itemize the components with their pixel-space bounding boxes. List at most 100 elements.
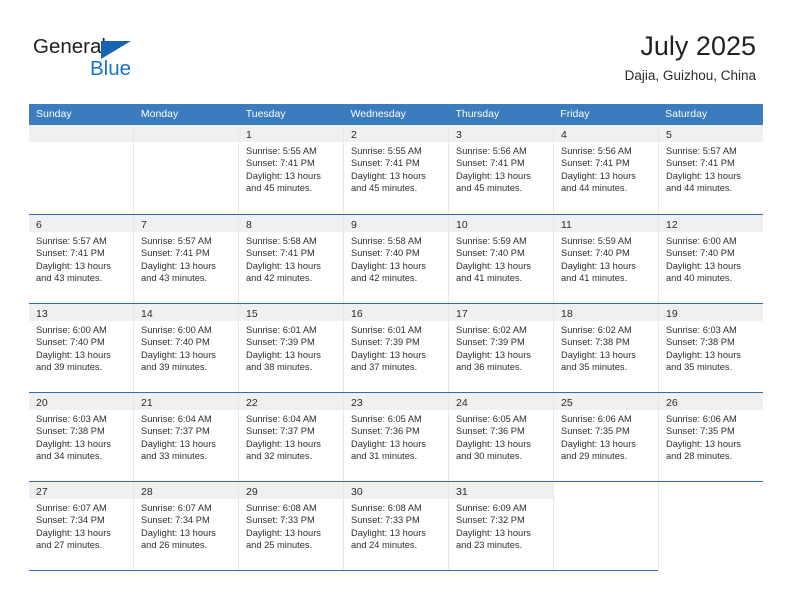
date-band: 11	[554, 215, 658, 232]
date-band: 7	[134, 215, 238, 232]
day-cell[interactable]: 21 Sunrise: 6:04 AM Sunset: 7:37 PM Dayligh…	[134, 393, 239, 481]
date-band: 20	[29, 393, 133, 410]
sunrise-text: Sunrise: 6:08 AM	[246, 503, 317, 513]
day-cell[interactable]: 17 Sunrise: 6:02 AM Sunset: 7:39 PM Dayligh…	[449, 304, 554, 392]
day-cell[interactable]: 14 Sunrise: 6:00 AM Sunset: 7:40 PM Dayligh…	[134, 304, 239, 392]
day-cell[interactable]: 1 Sunrise: 5:55 AM Sunset: 7:41 PM Daylight…	[239, 125, 344, 214]
date-number: 15	[246, 308, 258, 320]
day-cell[interactable]: 4 Sunrise: 5:56 AM Sunset: 7:41 PM Daylight…	[554, 125, 659, 214]
sunrise-text: Sunrise: 6:01 AM	[246, 325, 317, 335]
daylight-text-line1: Daylight: 13 hours	[36, 349, 111, 360]
daylight-text-line1: Daylight: 13 hours	[561, 170, 636, 181]
day-cell[interactable]: 10 Sunrise: 5:59 AM Sunset: 7:40 PM Dayligh…	[449, 215, 554, 303]
day-cell[interactable]: 7 Sunrise: 5:57 AM Sunset: 7:41 PM Daylight…	[134, 215, 239, 303]
day-cell[interactable]: 25 Sunrise: 6:06 AM Sunset: 7:35 PM Dayligh…	[554, 393, 659, 481]
day-cell[interactable]: 2 Sunrise: 5:55 AM Sunset: 7:41 PM Daylight…	[344, 125, 449, 214]
date-band: 13	[29, 304, 133, 321]
day-cell[interactable]: 31 Sunrise: 6:09 AM Sunset: 7:32 PM Dayligh…	[449, 482, 554, 570]
week-row: 27 Sunrise: 6:07 AM Sunset: 7:34 PM Dayligh…	[29, 481, 763, 570]
sunrise-text: Sunrise: 5:56 AM	[561, 146, 632, 156]
day-cell[interactable]: 13 Sunrise: 6:00 AM Sunset: 7:40 PM Dayligh…	[29, 304, 134, 392]
daylight-text-line2: and 45 minutes.	[351, 183, 418, 194]
date-band: 8	[239, 215, 343, 232]
date-number: 4	[561, 129, 567, 141]
daylight-text-line2: and 23 minutes.	[456, 540, 523, 551]
sunset-text: Sunset: 7:41 PM	[666, 158, 735, 169]
date-band: 9	[344, 215, 448, 232]
day-details: Sunrise: 6:00 AM Sunset: 7:40 PM Daylight:…	[29, 321, 133, 374]
daylight-text-line1: Daylight: 13 hours	[141, 260, 216, 271]
day-cell[interactable]: 12 Sunrise: 6:00 AM Sunset: 7:40 PM Dayligh…	[659, 215, 763, 303]
daylight-text-line1: Daylight: 13 hours	[36, 260, 111, 271]
sunset-text: Sunset: 7:41 PM	[456, 158, 525, 169]
day-cell[interactable]: 11 Sunrise: 5:59 AM Sunset: 7:40 PM Dayligh…	[554, 215, 659, 303]
daylight-text-line2: and 39 minutes.	[36, 362, 103, 373]
page-subtitle: Dajia, Guizhou, China	[624, 68, 756, 83]
day-details: Sunrise: 5:58 AM Sunset: 7:40 PM Daylight:…	[344, 232, 448, 285]
day-cell[interactable]: 8 Sunrise: 5:58 AM Sunset: 7:41 PM Daylight…	[239, 215, 344, 303]
date-number: 31	[456, 486, 468, 498]
sunset-text: Sunset: 7:35 PM	[561, 426, 630, 437]
date-number: 17	[456, 308, 468, 320]
day-cell[interactable]: 5 Sunrise: 5:57 AM Sunset: 7:41 PM Daylight…	[659, 125, 763, 214]
sunrise-text: Sunrise: 6:00 AM	[36, 325, 107, 335]
day-cell[interactable]: 15 Sunrise: 6:01 AM Sunset: 7:39 PM Dayligh…	[239, 304, 344, 392]
day-cell[interactable]: 6 Sunrise: 5:57 AM Sunset: 7:41 PM Daylight…	[29, 215, 134, 303]
calendar-page: General Blue July 2025 Dajia, Guizhou, C…	[0, 0, 792, 612]
daylight-text-line2: and 29 minutes.	[561, 451, 628, 462]
weekday-header-row: Sunday Monday Tuesday Wednesday Thursday…	[29, 104, 763, 125]
day-details: Sunrise: 6:02 AM Sunset: 7:38 PM Daylight:…	[554, 321, 658, 374]
weekday-thursday: Thursday	[455, 108, 500, 120]
daylight-text-line1: Daylight: 13 hours	[666, 260, 741, 271]
sunset-text: Sunset: 7:35 PM	[666, 426, 735, 437]
daylight-text-line1: Daylight: 13 hours	[351, 260, 426, 271]
day-cell[interactable]: 22 Sunrise: 6:04 AM Sunset: 7:37 PM Dayligh…	[239, 393, 344, 481]
date-number: 16	[351, 308, 363, 320]
daylight-text-line2: and 33 minutes.	[141, 451, 208, 462]
sunset-text: Sunset: 7:41 PM	[36, 248, 105, 259]
day-details: Sunrise: 5:57 AM Sunset: 7:41 PM Daylight:…	[29, 232, 133, 285]
sunset-text: Sunset: 7:41 PM	[141, 248, 210, 259]
sunrise-text: Sunrise: 6:06 AM	[561, 414, 632, 424]
daylight-text-line1: Daylight: 13 hours	[456, 349, 531, 360]
day-cell[interactable]: 9 Sunrise: 5:58 AM Sunset: 7:40 PM Daylight…	[344, 215, 449, 303]
date-band: 14	[134, 304, 238, 321]
sunset-text: Sunset: 7:40 PM	[666, 248, 735, 259]
date-band: 4	[554, 125, 658, 142]
day-cell[interactable]: 19 Sunrise: 6:03 AM Sunset: 7:38 PM Dayligh…	[659, 304, 763, 392]
day-cell[interactable]: 16 Sunrise: 6:01 AM Sunset: 7:39 PM Dayligh…	[344, 304, 449, 392]
sunset-text: Sunset: 7:32 PM	[456, 515, 525, 526]
day-cell[interactable]: 29 Sunrise: 6:08 AM Sunset: 7:33 PM Dayligh…	[239, 482, 344, 570]
sunset-text: Sunset: 7:41 PM	[561, 158, 630, 169]
day-cell[interactable]: 24 Sunrise: 6:05 AM Sunset: 7:36 PM Dayligh…	[449, 393, 554, 481]
day-cell[interactable]: 20 Sunrise: 6:03 AM Sunset: 7:38 PM Dayligh…	[29, 393, 134, 481]
sunset-text: Sunset: 7:38 PM	[666, 337, 735, 348]
day-cell[interactable]: 26 Sunrise: 6:06 AM Sunset: 7:35 PM Dayligh…	[659, 393, 763, 481]
day-cell[interactable]: 18 Sunrise: 6:02 AM Sunset: 7:38 PM Dayligh…	[554, 304, 659, 392]
day-cell[interactable]: 30 Sunrise: 6:08 AM Sunset: 7:33 PM Dayligh…	[344, 482, 449, 570]
general-blue-logo[interactable]: General Blue	[33, 36, 163, 84]
day-cell[interactable]: 3 Sunrise: 5:56 AM Sunset: 7:41 PM Daylight…	[449, 125, 554, 214]
daylight-text-line2: and 43 minutes.	[36, 273, 103, 284]
daylight-text-line2: and 37 minutes.	[351, 362, 418, 373]
sunset-text: Sunset: 7:41 PM	[351, 158, 420, 169]
date-number: 12	[666, 219, 678, 231]
grid-bottom-border	[29, 570, 658, 571]
day-cell[interactable]: 28 Sunrise: 6:07 AM Sunset: 7:34 PM Dayligh…	[134, 482, 239, 570]
day-details: Sunrise: 5:57 AM Sunset: 7:41 PM Daylight:…	[134, 232, 238, 285]
day-cell-empty	[29, 125, 134, 214]
daylight-text-line2: and 35 minutes.	[561, 362, 628, 373]
sunrise-text: Sunrise: 6:04 AM	[141, 414, 212, 424]
daylight-text-line2: and 40 minutes.	[666, 273, 733, 284]
daylight-text-line1: Daylight: 13 hours	[141, 438, 216, 449]
weekday-tuesday: Tuesday	[245, 108, 286, 120]
daylight-text-line2: and 24 minutes.	[351, 540, 418, 551]
daylight-text-line1: Daylight: 13 hours	[141, 349, 216, 360]
day-cell[interactable]: 23 Sunrise: 6:05 AM Sunset: 7:36 PM Dayligh…	[344, 393, 449, 481]
date-band: 19	[659, 304, 763, 321]
daylight-text-line2: and 27 minutes.	[36, 540, 103, 551]
day-cell[interactable]: 27 Sunrise: 6:07 AM Sunset: 7:34 PM Dayligh…	[29, 482, 134, 570]
day-cell-empty	[134, 125, 239, 214]
daylight-text-line2: and 36 minutes.	[456, 362, 523, 373]
sunset-text: Sunset: 7:38 PM	[561, 337, 630, 348]
